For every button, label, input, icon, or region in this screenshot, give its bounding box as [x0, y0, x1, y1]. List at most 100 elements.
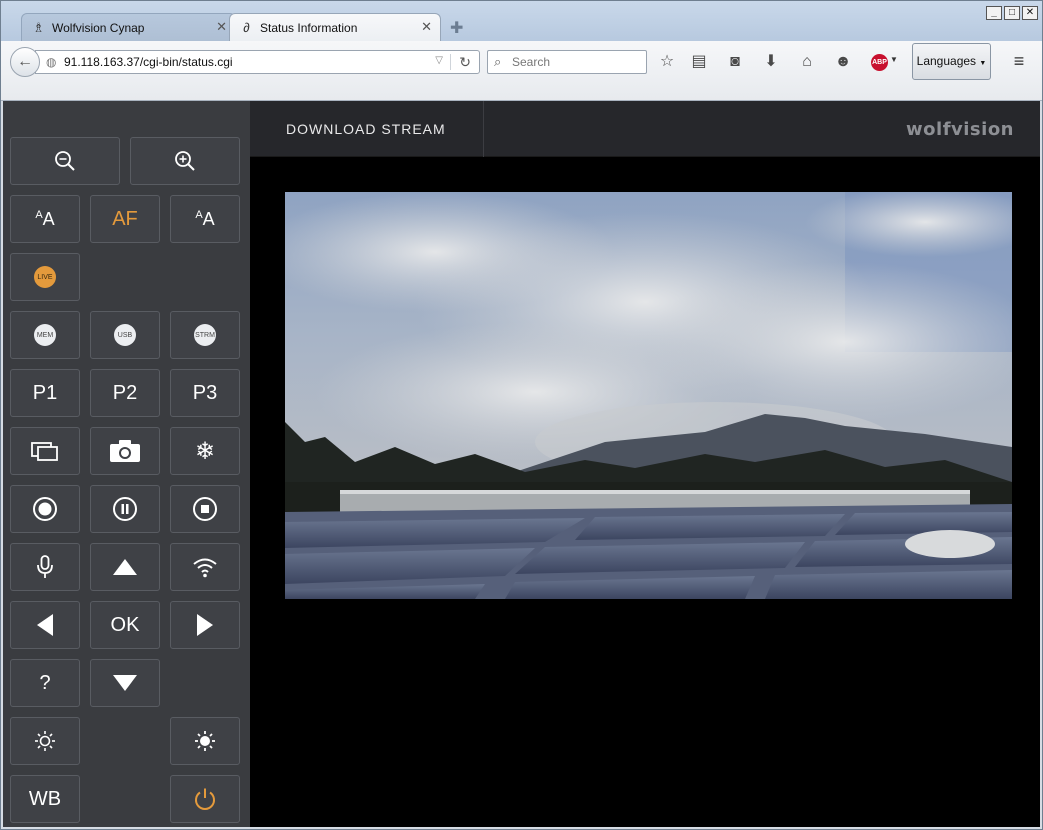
arrow-up-button[interactable] [90, 543, 160, 591]
tab-bar: ♗ Wolfvision Cynap ✕ ∂ Status Informatio… [1, 1, 1042, 41]
hamburger-menu-icon[interactable]: ≡ [1009, 51, 1029, 71]
page-content: AA AF AA LIVE MEM USB STRM P1 P2 P3 ❄ OK… [3, 101, 1040, 827]
url-dropdown-icon[interactable]: ▽ [435, 55, 443, 66]
download-icon[interactable]: ⬇ [761, 52, 781, 72]
record-button[interactable] [10, 485, 80, 533]
autofocus-button[interactable]: AF [90, 195, 160, 243]
maximize-button[interactable]: □ [1004, 6, 1020, 20]
stop-button[interactable] [170, 485, 240, 533]
cynap-favicon-icon: ♗ [32, 20, 45, 35]
brightness-high-icon [195, 731, 215, 751]
strm-badge: STRM [194, 324, 216, 346]
stop-icon [193, 497, 217, 521]
close-tab-icon[interactable]: ✕ [216, 19, 227, 35]
search-icon: ⌕ [494, 54, 502, 69]
arrow-down-icon [113, 675, 137, 691]
camera-stream-picture [285, 192, 1012, 599]
microphone-icon [37, 555, 53, 578]
reload-icon[interactable]: ↻ [459, 54, 471, 71]
zoom-out-button[interactable] [10, 137, 120, 185]
usb-button[interactable]: USB [90, 311, 160, 359]
wolfvision-logo: wolfvision [906, 119, 1014, 140]
url-bar[interactable]: ◍ 91.118.163.37/cgi-bin/status.cgi ▽ ↻ [35, 50, 480, 74]
home-icon[interactable]: ⌂ [797, 52, 817, 72]
url-separator [450, 54, 451, 70]
back-button[interactable]: ← [10, 47, 40, 77]
pocket-icon[interactable]: ◙ [725, 52, 745, 72]
url-text: 91.118.163.37/cgi-bin/status.cgi [64, 55, 233, 69]
brightness-down-button[interactable] [10, 717, 80, 765]
arrow-left-button[interactable] [10, 601, 80, 649]
arrow-right-icon [197, 614, 213, 636]
back-arrow-icon: ← [17, 53, 33, 70]
close-tab-icon[interactable]: ✕ [421, 19, 432, 35]
tab-label: Status Information [260, 20, 358, 35]
help-button[interactable]: ? [10, 659, 80, 707]
chat-icon[interactable]: ☻ [833, 52, 853, 72]
zoom-in-icon [175, 151, 195, 171]
control-sidebar: AA AF AA LIVE MEM USB STRM P1 P2 P3 ❄ OK… [3, 101, 250, 827]
pause-icon [113, 497, 137, 521]
stream-button[interactable]: STRM [170, 311, 240, 359]
focus-near-button[interactable]: AA [10, 195, 80, 243]
gallery-button[interactable] [10, 427, 80, 475]
af-label: AF [112, 207, 138, 230]
wifi-icon [193, 558, 217, 578]
usb-badge: USB [114, 324, 136, 346]
snapshot-button[interactable] [90, 427, 160, 475]
adblock-icon[interactable]: ABP [871, 54, 888, 71]
mem-badge: MEM [34, 324, 56, 346]
arrow-up-icon [113, 559, 137, 575]
preset-3-button[interactable]: P3 [170, 369, 240, 417]
p3-label: P3 [192, 381, 218, 404]
bookmark-star-icon[interactable]: ☆ [657, 52, 677, 72]
download-stream-button[interactable]: DOWNLOAD STREAM [250, 101, 484, 157]
zoom-in-button[interactable] [130, 137, 240, 185]
live-badge: LIVE [34, 266, 56, 288]
languages-button[interactable]: Languages ▼ [912, 43, 991, 80]
page-header: DOWNLOAD STREAM wolfvision [250, 101, 1040, 157]
p1-label: P1 [32, 381, 58, 404]
minimize-button[interactable]: _ [986, 6, 1002, 20]
help-label: ? [39, 671, 51, 694]
wolfvision-favicon-icon: ∂ [243, 20, 250, 35]
arrow-left-icon [37, 614, 53, 636]
browser-window: ♗ Wolfvision Cynap ✕ ∂ Status Informatio… [0, 0, 1043, 830]
arrow-down-button[interactable] [90, 659, 160, 707]
power-button[interactable] [170, 775, 240, 823]
p2-label: P2 [112, 381, 138, 404]
adblock-dropdown-icon[interactable]: ▼ [890, 55, 898, 64]
search-input[interactable]: ⌕ Search [487, 50, 647, 74]
tab-status-information[interactable]: ∂ Status Information ✕ [229, 13, 441, 41]
focus-near-icon: AA [35, 209, 55, 229]
preset-1-button[interactable]: P1 [10, 369, 80, 417]
window-controls: _ □ ✕ [986, 6, 1038, 20]
record-icon [33, 497, 57, 521]
brightness-up-button[interactable] [170, 717, 240, 765]
new-tab-icon[interactable]: ✚ [450, 18, 463, 38]
tab-wolfvision-cynap[interactable]: ♗ Wolfvision Cynap ✕ [21, 13, 236, 41]
power-icon [195, 788, 215, 810]
zoom-out-icon [55, 151, 75, 171]
navigation-bar: ◍ 91.118.163.37/cgi-bin/status.cgi ▽ ↻ ←… [1, 41, 1042, 101]
focus-far-icon: AA [195, 209, 215, 229]
microphone-button[interactable] [10, 543, 80, 591]
wifi-button[interactable] [170, 543, 240, 591]
tab-label: Wolfvision Cynap [52, 20, 145, 35]
white-balance-button[interactable]: WB [10, 775, 80, 823]
pause-button[interactable] [90, 485, 160, 533]
download-stream-label: DOWNLOAD STREAM [286, 121, 446, 137]
ok-button[interactable]: OK [90, 601, 160, 649]
memory-button[interactable]: MEM [10, 311, 80, 359]
freeze-button[interactable]: ❄ [170, 427, 240, 475]
focus-far-button[interactable]: AA [170, 195, 240, 243]
arrow-right-button[interactable] [170, 601, 240, 649]
gallery-icon [31, 442, 58, 461]
live-button[interactable]: LIVE [10, 253, 80, 301]
snowflake-icon: ❄ [194, 437, 216, 465]
reading-list-icon[interactable]: ▤ [689, 52, 709, 72]
preset-2-button[interactable]: P2 [90, 369, 160, 417]
ok-label: OK [110, 613, 140, 636]
brightness-low-icon [35, 731, 55, 751]
close-window-button[interactable]: ✕ [1022, 6, 1038, 20]
